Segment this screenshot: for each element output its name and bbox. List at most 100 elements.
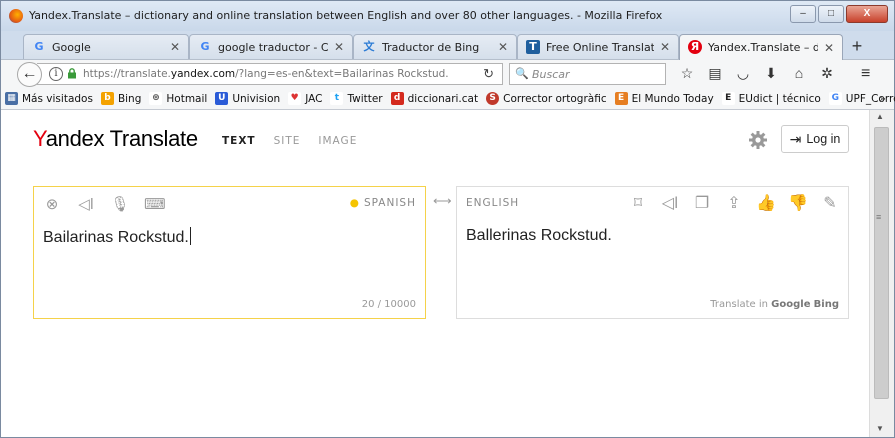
microphone-icon[interactable]: 🎙 bbox=[110, 195, 130, 213]
target-language-selector[interactable]: ENGLISH bbox=[466, 197, 519, 209]
speaker-icon[interactable]: ◁ǀ bbox=[76, 195, 96, 213]
url-suffix: /?lang=es-en&text=Bailarinas Rockstud. bbox=[235, 68, 449, 80]
search-bar[interactable]: 🔍 Buscar bbox=[509, 63, 666, 85]
close-button[interactable]: X bbox=[846, 5, 888, 23]
thumbs-down-icon[interactable]: 👎 bbox=[786, 193, 810, 213]
mode-tab-site[interactable]: SITE bbox=[274, 135, 301, 147]
target-toolbar: ⌑ ◁ǀ ❐ ⇪ 👍 👎 ✎ bbox=[626, 193, 842, 213]
home-icon[interactable]: ⌂ bbox=[785, 65, 813, 82]
target-panel: ENGLISH ⌑ ◁ǀ ❐ ⇪ 👍 👎 ✎ Ballerinas Rockst… bbox=[456, 186, 849, 319]
clear-icon[interactable]: ⊗ bbox=[42, 195, 62, 213]
speaker-icon[interactable]: ◁ǀ bbox=[658, 193, 682, 213]
scroll-down-icon[interactable]: ▼ bbox=[876, 424, 884, 433]
bookmark-label: Corrector ortogràfic bbox=[503, 92, 607, 105]
jac-icon: ♥ bbox=[288, 92, 302, 105]
translate-in-bing-link[interactable]: Bing bbox=[814, 299, 839, 310]
bookmark-hotmail[interactable]: ⊛ Hotmail bbox=[149, 92, 207, 105]
pocket-icon[interactable]: ◡ bbox=[729, 65, 757, 82]
bookmark-bing[interactable]: b Bing bbox=[100, 92, 141, 105]
yandex-translate-logo[interactable]: Yandex Translate bbox=[33, 126, 198, 152]
reading-list-icon[interactable]: ▤ bbox=[701, 65, 729, 82]
bookmark-twitter[interactable]: t Twitter bbox=[330, 92, 383, 105]
bookmark-elmundotoday[interactable]: E El Mundo Today bbox=[614, 92, 714, 105]
tab-google-traductor[interactable]: G google traductor - Cerca a ✕ bbox=[189, 34, 353, 59]
bookmarks-overflow-icon[interactable]: » bbox=[879, 92, 886, 105]
tab-google[interactable]: G Google ✕ bbox=[23, 34, 189, 59]
bookmark-mas-visitados[interactable]: ▦ Más visitados bbox=[5, 92, 93, 105]
tab-yandex-translate[interactable]: Я Yandex.Translate – diction ✕ bbox=[679, 34, 843, 60]
tab-traductor-bing[interactable]: 文 Traductor de Bing ✕ bbox=[353, 34, 517, 59]
mode-tab-image[interactable]: IMAGE bbox=[318, 135, 357, 147]
bookmark-icon[interactable]: ⌑ bbox=[626, 193, 650, 213]
page-content: Yandex Translate TEXT SITE IMAGE ⇥ Log i… bbox=[1, 110, 869, 437]
source-text-input[interactable]: Bailarinas Rockstud. bbox=[43, 227, 191, 247]
keyboard-icon[interactable]: ⌨ bbox=[144, 195, 166, 213]
tab-close-icon[interactable]: ✕ bbox=[170, 40, 180, 54]
tab-free-online-translations[interactable]: T Free Online Translations O ✕ bbox=[517, 34, 679, 59]
bookmark-corrector[interactable]: S Corrector ortogràfic bbox=[486, 92, 607, 105]
bookmark-univision[interactable]: U Univision bbox=[215, 92, 280, 105]
bookmark-label: UPF_Correo bbox=[845, 92, 895, 105]
info-icon[interactable]: i bbox=[49, 67, 63, 81]
window-controls: – □ X bbox=[790, 5, 888, 23]
share-icon[interactable]: ⇪ bbox=[722, 193, 746, 213]
reload-icon[interactable]: ↻ bbox=[483, 66, 494, 82]
bookmarks-bar: ▦ Más visitados b Bing ⊛ Hotmail U Univision… bbox=[1, 88, 895, 110]
twitter-icon: t bbox=[330, 92, 344, 105]
tab-close-icon[interactable]: ✕ bbox=[660, 40, 670, 54]
mode-tabs: TEXT SITE IMAGE bbox=[222, 135, 357, 147]
back-button[interactable]: ← bbox=[17, 62, 42, 87]
maximize-button[interactable]: □ bbox=[818, 5, 844, 23]
browser-window: Yandex.Translate – dictionary and online… bbox=[0, 0, 895, 438]
bookmark-diccionari[interactable]: d diccionari.cat bbox=[390, 92, 479, 105]
source-language-selector[interactable]: ● SPANISH bbox=[350, 197, 416, 209]
new-tab-button[interactable]: + bbox=[849, 36, 865, 57]
swap-languages-icon[interactable]: ⟷ bbox=[433, 193, 452, 209]
tab-close-icon[interactable]: ✕ bbox=[334, 40, 344, 54]
bookmark-label: El Mundo Today bbox=[631, 92, 714, 105]
bookmark-label: Twitter bbox=[347, 92, 383, 105]
google-favicon: G bbox=[200, 40, 210, 53]
source-text: Bailarinas Rockstud. bbox=[43, 229, 189, 246]
login-button[interactable]: ⇥ Log in bbox=[781, 125, 849, 153]
tab-close-icon[interactable]: ✕ bbox=[498, 40, 508, 54]
bookmark-star-icon[interactable]: ☆ bbox=[673, 65, 701, 82]
copy-icon[interactable]: ❐ bbox=[690, 193, 714, 213]
bookmark-jac[interactable]: ♥ JAC bbox=[288, 92, 322, 105]
search-icon: 🔍 bbox=[515, 68, 529, 80]
google-favicon: G bbox=[34, 40, 44, 53]
pencil-icon[interactable]: ✎ bbox=[818, 193, 842, 213]
bookmark-label: diccionari.cat bbox=[407, 92, 479, 105]
bookmark-label: EUdict | técnico bbox=[738, 92, 821, 105]
google-icon: G bbox=[828, 92, 842, 105]
download-icon[interactable]: ⬇ bbox=[757, 65, 785, 82]
source-panel[interactable]: ⊗ ◁ǀ 🎙 ⌨ ● SPANISH Bailarinas Rockstud. 2… bbox=[33, 186, 426, 319]
firefox-icon bbox=[9, 9, 23, 23]
bookmark-label: Hotmail bbox=[166, 92, 208, 105]
minimize-button[interactable]: – bbox=[790, 5, 816, 23]
text-caret bbox=[189, 227, 191, 245]
thumbs-up-icon[interactable]: 👍 bbox=[754, 193, 778, 213]
search-placeholder: Buscar bbox=[532, 68, 570, 81]
login-icon: ⇥ bbox=[789, 130, 802, 147]
navigation-toolbar: i https://translate.yandex.com/?lang=es-… bbox=[1, 59, 894, 88]
login-label: Log in bbox=[806, 132, 841, 146]
translate-in-links: Translate in Google Bing bbox=[710, 299, 839, 310]
url-bar[interactable]: i https://translate.yandex.com/?lang=es-… bbox=[37, 63, 503, 85]
tab-label: Traductor de Bing bbox=[382, 40, 480, 54]
bookmark-label: Más visitados bbox=[22, 92, 93, 105]
mode-tab-text[interactable]: TEXT bbox=[222, 135, 256, 147]
scroll-up-icon[interactable]: ▲ bbox=[876, 112, 884, 121]
toolbar-icons: ☆ ▤ ◡ ⬇ ⌂ ✲ bbox=[673, 65, 841, 82]
extension-icon[interactable]: ✲ bbox=[813, 65, 841, 82]
eudict-icon: E bbox=[721, 92, 735, 105]
language-dot-icon: ● bbox=[349, 197, 360, 209]
vertical-scrollbar[interactable]: ▲ ≡ ▼ bbox=[869, 110, 894, 437]
url-prefix: https://translate. bbox=[83, 68, 171, 80]
tab-close-icon[interactable]: ✕ bbox=[824, 41, 834, 55]
translate-in-google-link[interactable]: Google bbox=[771, 299, 810, 310]
bookmark-eudict[interactable]: E EUdict | técnico bbox=[721, 92, 821, 105]
hamburger-menu-icon[interactable]: ≡ bbox=[861, 65, 870, 83]
scrollbar-thumb[interactable]: ≡ bbox=[874, 127, 889, 399]
gear-icon[interactable] bbox=[748, 130, 768, 150]
